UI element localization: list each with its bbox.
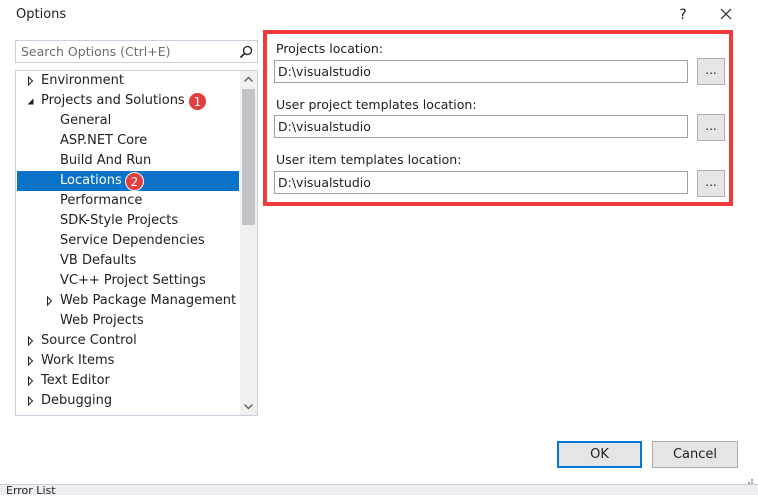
- collapsed-arrow-icon[interactable]: [25, 391, 37, 411]
- options-tree[interactable]: Environment Projects and Solutions 1 Genera…: [15, 70, 258, 416]
- ok-button[interactable]: OK: [557, 441, 642, 468]
- tree-item-label: Build And Run: [60, 153, 152, 168]
- projects-location-label: Projects location:: [276, 41, 384, 56]
- title-bar: Options ?: [0, 0, 758, 30]
- user-item-templates-label: User item templates location:: [276, 152, 462, 167]
- tree-item[interactable]: Text Editor: [17, 371, 239, 391]
- tree-item[interactable]: Service Dependencies: [17, 231, 239, 251]
- tree-item[interactable]: Projects and Solutions 1: [17, 91, 239, 111]
- tree-item[interactable]: Work Items: [17, 351, 239, 371]
- tree-item[interactable]: Web Package Management: [17, 291, 239, 311]
- tree-item-label: Performance: [60, 193, 143, 208]
- step-badge: 1: [188, 92, 207, 111]
- tree-item[interactable]: VB Defaults: [17, 251, 239, 271]
- projects-location-input[interactable]: [275, 61, 687, 82]
- user-item-templates-field: [274, 171, 688, 194]
- tree-item-label: General: [60, 113, 112, 128]
- collapsed-arrow-icon[interactable]: [25, 351, 37, 371]
- collapsed-arrow-icon[interactable]: [25, 71, 37, 91]
- tree-item[interactable]: ASP.NET Core: [17, 131, 239, 151]
- scroll-thumb[interactable]: [242, 89, 255, 225]
- tree-item-label: Projects and Solutions: [41, 93, 185, 108]
- search-icon[interactable]: [238, 44, 254, 60]
- collapsed-arrow-icon[interactable]: [44, 291, 56, 311]
- close-icon: [720, 8, 732, 20]
- tree-item[interactable]: Debugging: [17, 391, 239, 411]
- projects-location-browse-button[interactable]: ...: [697, 58, 725, 85]
- tree-scrollbar[interactable]: [240, 71, 257, 415]
- tree-item[interactable]: Web Projects: [17, 311, 239, 331]
- search-input[interactable]: [16, 41, 236, 62]
- search-box: [15, 40, 258, 63]
- tree-item-label: Source Control: [41, 333, 137, 348]
- expanded-arrow-icon[interactable]: [25, 91, 37, 111]
- tree-item[interactable]: General: [17, 111, 239, 131]
- tree-item-label: Work Items: [41, 353, 115, 368]
- tree-item-label: Text Editor: [41, 373, 110, 388]
- close-button[interactable]: [714, 4, 738, 26]
- user-project-templates-input[interactable]: [275, 116, 687, 137]
- projects-location-field: [274, 60, 688, 83]
- step-badge: 2: [125, 172, 144, 191]
- tree-item-label: Debugging: [41, 393, 113, 408]
- user-project-templates-browse-button[interactable]: ...: [697, 114, 725, 141]
- user-item-templates-browse-button[interactable]: ...: [697, 170, 725, 197]
- collapsed-arrow-icon[interactable]: [25, 331, 37, 351]
- tree-item-label: ASP.NET Core: [60, 133, 148, 148]
- tree-item-label: Web Projects: [60, 313, 144, 328]
- user-item-templates-input[interactable]: [275, 172, 687, 193]
- tree-item[interactable]: Source Control: [17, 331, 239, 351]
- tree-item-label: VB Defaults: [60, 253, 137, 268]
- scroll-down-icon[interactable]: [240, 398, 257, 415]
- help-button[interactable]: ?: [672, 4, 694, 26]
- tree-item[interactable]: SDK-Style Projects: [17, 211, 239, 231]
- tree-item-label: Service Dependencies: [60, 233, 205, 248]
- collapsed-arrow-icon[interactable]: [25, 371, 37, 391]
- tree-item-label: Web Package Management: [60, 293, 237, 308]
- tree-item-label: Environment: [41, 73, 125, 88]
- tree-item[interactable]: Performance: [17, 191, 239, 211]
- scroll-up-icon[interactable]: [240, 71, 257, 88]
- tree-item-label: Locations: [60, 173, 122, 188]
- cancel-button[interactable]: Cancel: [652, 441, 738, 468]
- background-error-list: Error List: [0, 484, 758, 497]
- tree-item[interactable]: Locations 2: [17, 171, 239, 191]
- tree-item-label: VC++ Project Settings: [60, 273, 206, 288]
- tree-item[interactable]: Build And Run: [17, 151, 239, 171]
- tree-item[interactable]: Environment: [17, 71, 239, 91]
- tree-item-label: SDK-Style Projects: [60, 213, 179, 228]
- error-list-label: Error List: [6, 484, 56, 497]
- tree-item[interactable]: VC++ Project Settings: [17, 271, 239, 291]
- window-title: Options: [16, 7, 67, 22]
- user-project-templates-label: User project templates location:: [276, 97, 477, 112]
- user-project-templates-field: [274, 115, 688, 138]
